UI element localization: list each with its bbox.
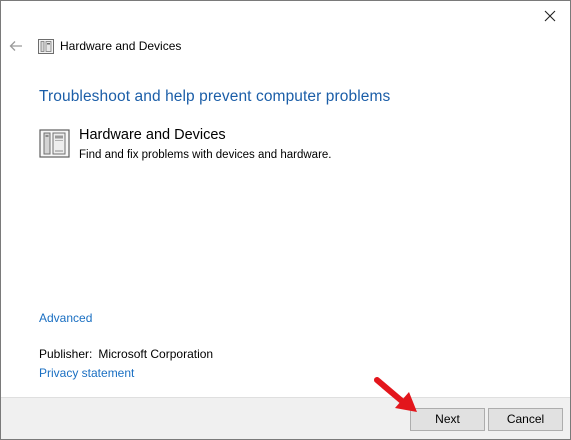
close-icon — [544, 10, 556, 22]
troubleshooter-description: Find and fix problems with devices and h… — [79, 149, 332, 161]
publisher-label: Publisher: — [39, 347, 93, 361]
publisher-info: Publisher: Microsoft Corporation — [39, 347, 213, 361]
troubleshooter-window: Hardware and Devices Troubleshoot and he… — [0, 0, 571, 440]
cancel-button[interactable]: Cancel — [488, 408, 563, 431]
window-title: Hardware and Devices — [60, 39, 182, 53]
back-button[interactable] — [8, 38, 24, 54]
troubleshooter-name: Hardware and Devices — [79, 127, 226, 143]
publisher-value: Microsoft Corporation — [98, 347, 214, 361]
hardware-devices-icon — [39, 129, 70, 158]
back-arrow-icon — [9, 41, 22, 51]
page-heading: Troubleshoot and help prevent computer p… — [39, 88, 391, 105]
footer-bar: Next Cancel — [1, 397, 570, 439]
privacy-statement-link[interactable]: Privacy statement — [39, 366, 134, 380]
annotation-arrow-icon — [374, 377, 417, 412]
title-bar: Hardware and Devices — [1, 31, 570, 61]
advanced-link[interactable]: Advanced — [39, 311, 92, 325]
close-button[interactable] — [538, 6, 562, 26]
hardware-devices-icon — [38, 39, 54, 54]
